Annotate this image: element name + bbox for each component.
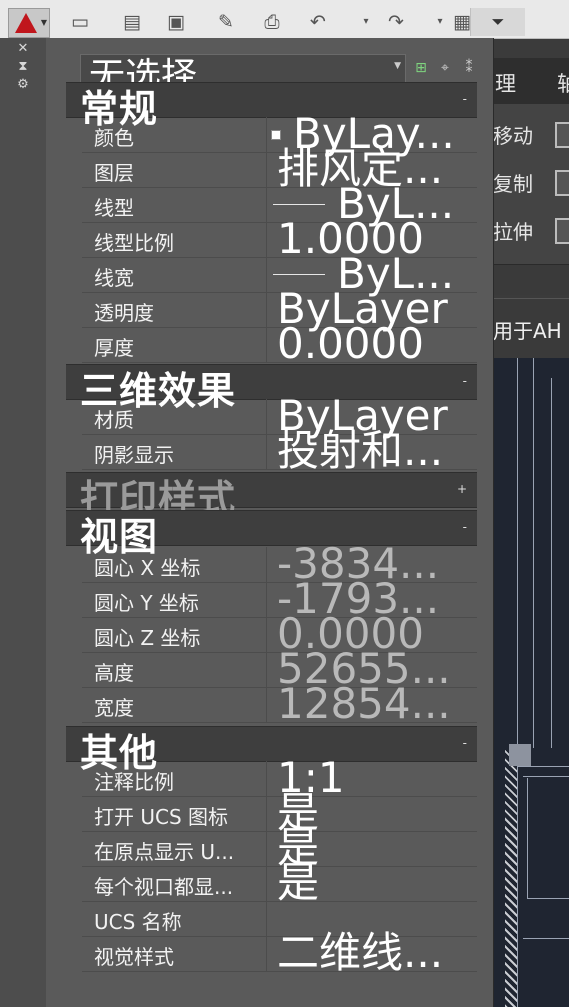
color-swatch-icon (271, 130, 281, 140)
lineweight-preview-icon (273, 274, 325, 275)
copy-command[interactable]: 复制 (493, 168, 533, 197)
select-objects-icon[interactable]: ⌖ (437, 60, 453, 76)
property-value: 是 (277, 858, 320, 907)
properties-palette: ✕ ⧗ ⚙ 无选择 ▼ ⊞ ⌖ ⁑ 常规 - 颜色 ByLay... 图层 排风… (0, 38, 494, 1007)
ribbon-panel-footer (493, 264, 569, 295)
quick-access-toolbar: ▼ ▭ ▤ ▣ ✎ ⎙ ↶ ▾ ↷ ▾ ▦ ⏷ (0, 0, 569, 39)
property-value: 12854... (277, 679, 451, 728)
drawing-area[interactable] (493, 358, 569, 1007)
drawing-line (523, 776, 569, 777)
chevron-down-icon: ▼ (40, 18, 47, 27)
property-name: 阴影显示 (94, 443, 174, 467)
property-name: 在原点显示 U... (94, 840, 235, 864)
close-icon[interactable]: ✕ (15, 42, 31, 56)
property-name: 视觉样式 (94, 945, 174, 969)
document-tab[interactable]: 用于AH (493, 298, 569, 359)
collapse-icon[interactable]: - (463, 374, 467, 388)
ribbon-tab-annotate[interactable]: 轴 (557, 68, 569, 98)
expand-icon[interactable]: + (457, 482, 467, 496)
settings-icon[interactable]: ⚙ (15, 78, 31, 92)
property-row-shadow-display[interactable]: 阴影显示 投射和... (82, 427, 477, 475)
property-row-visual-style[interactable]: 视觉样式 二维线... (82, 929, 477, 977)
application-menu-button[interactable]: ▼ (8, 8, 50, 38)
drawing-line (551, 378, 552, 748)
property-name: UCS 名称 (94, 910, 182, 934)
redo-dropdown-icon[interactable]: ▾ (429, 11, 451, 33)
property-row-ucs-per-viewport[interactable]: 每个视口都显... 是 (82, 859, 477, 907)
property-name: 圆心 Y 坐标 (94, 591, 199, 615)
property-name: 打开 UCS 图标 (94, 805, 229, 829)
property-name: 宽度 (94, 696, 134, 720)
quick-select-icon[interactable]: ⁑ (461, 60, 477, 76)
undo-icon[interactable]: ↶ (307, 11, 329, 33)
drawing-line (517, 766, 569, 767)
property-name: 圆心 Z 坐标 (94, 626, 201, 650)
property-row-width[interactable]: 宽度 12854... (82, 680, 477, 728)
property-value: 二维线... (277, 928, 444, 977)
drawing-line (533, 358, 534, 748)
chevron-down-icon: ▼ (394, 61, 401, 71)
property-name: 线宽 (94, 266, 134, 290)
linetype-preview-icon (273, 204, 325, 205)
property-value: 0.0000 (277, 319, 424, 368)
property-name: 高度 (94, 661, 134, 685)
property-value: 投射和... (277, 426, 444, 475)
undo-dropdown-icon[interactable]: ▾ (355, 11, 377, 33)
palette-content: 无选择 ▼ ⊞ ⌖ ⁑ 常规 - 颜色 ByLay... 图层 排风定... 线… (46, 38, 493, 1007)
rotate-icon[interactable] (555, 122, 569, 148)
wall-hatch (505, 748, 517, 1007)
collapse-icon[interactable]: - (463, 92, 467, 106)
property-name: 圆心 X 坐标 (94, 556, 201, 580)
collapse-icon[interactable]: - (463, 520, 467, 534)
property-name: 注释比例 (94, 770, 174, 794)
new-icon[interactable]: ▭ (69, 11, 91, 33)
chevron-down-icon: ⏷ (491, 12, 505, 31)
toggle-pickadd-icon[interactable]: ⊞ (413, 60, 429, 76)
property-name: 图层 (94, 161, 134, 185)
property-name: 材质 (94, 408, 134, 432)
autocad-logo-icon (15, 13, 37, 33)
save-icon[interactable]: ▣ (165, 11, 187, 33)
palette-titlebar[interactable]: ✕ ⧗ ⚙ (0, 38, 47, 1007)
customize-menu-button[interactable]: ⏷ (470, 8, 525, 36)
drawing-line (527, 778, 528, 898)
document-tab-label: 用于AH (493, 319, 562, 343)
property-name: 透明度 (94, 301, 154, 325)
drawing-line (527, 898, 569, 899)
property-name: 颜色 (94, 126, 134, 150)
quick-access-bar: ▭ ▤ ▣ ✎ ⎙ ↶ ▾ ↷ ▾ ▦ ⏷ (55, 8, 525, 36)
modify-panel: 移动 复制 拉伸 (493, 104, 569, 264)
plot-icon[interactable]: ⎙ (261, 11, 283, 33)
section-misc[interactable]: 其他 - (66, 726, 477, 775)
redo-icon[interactable]: ↷ (385, 11, 407, 33)
selection-grip[interactable] (509, 744, 531, 766)
property-name: 线型比例 (94, 231, 174, 255)
scale-icon[interactable] (555, 218, 569, 244)
property-row-thickness[interactable]: 厚度 0.0000 (82, 320, 477, 368)
section-plot-style[interactable]: 打印样式 + (66, 472, 477, 521)
move-command[interactable]: 移动 (493, 120, 533, 149)
stretch-command[interactable]: 拉伸 (493, 216, 533, 245)
property-name: 厚度 (94, 336, 134, 360)
trim-icon[interactable] (555, 170, 569, 196)
ribbon-tab-manage[interactable]: 理 (495, 68, 516, 98)
ribbon-tab-bar: 理 轴 (493, 58, 569, 105)
collapse-icon[interactable]: - (463, 736, 467, 750)
save-as-icon[interactable]: ✎ (215, 11, 237, 33)
property-name: 线型 (94, 196, 134, 220)
auto-hide-icon[interactable]: ⧗ (15, 60, 31, 74)
open-icon[interactable]: ▤ (121, 11, 143, 33)
drawing-line (523, 938, 569, 939)
drawing-line (517, 358, 518, 1007)
property-name: 每个视口都显... (94, 875, 234, 899)
